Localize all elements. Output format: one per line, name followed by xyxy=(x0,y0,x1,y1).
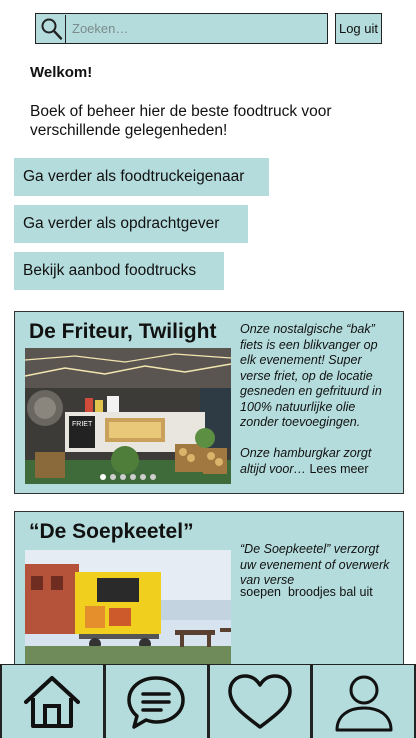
welcome-text: Boek of beheer hier de beste foodtruck v… xyxy=(30,103,332,139)
browse-foodtrucks-button[interactable]: Bekijk aanbod foodtrucks xyxy=(14,252,224,290)
foodtruck-image-friteur[interactable]: FRIET xyxy=(25,348,231,484)
foodtruck-card-friteur[interactable]: De Friteur, Twilight FRIET Onze nostalgi… xyxy=(14,311,404,494)
card-title: “De Soepkeetel” xyxy=(29,520,194,543)
top-bar: Log uit xyxy=(35,13,382,44)
carousel-dot[interactable] xyxy=(100,474,106,480)
nav-favorites-button[interactable] xyxy=(208,665,313,738)
card-title: De Friteur, Twilight xyxy=(29,320,217,343)
carousel-dot[interactable] xyxy=(140,474,146,480)
profile-icon xyxy=(335,675,393,731)
carousel-dot[interactable] xyxy=(120,474,126,480)
card-description: “De Soepkeetel” verzorgt uw evenement of… xyxy=(240,542,390,587)
search-input[interactable] xyxy=(66,14,327,43)
client-button[interactable]: Ga verder als opdrachtgever xyxy=(14,205,248,243)
card-extra: Onze hamburgkar zorgt altijd voor… Lees … xyxy=(240,446,392,477)
home-icon xyxy=(24,675,81,728)
owner-button[interactable]: Ga verder als foodtruckeigenaar xyxy=(14,158,269,196)
logout-button[interactable]: Log uit xyxy=(335,13,382,44)
card-description: Onze nostalgische “bak” fiets is een bli… xyxy=(240,322,382,429)
bottom-navigation xyxy=(0,664,416,738)
chat-icon xyxy=(127,675,185,729)
carousel-dots[interactable] xyxy=(25,474,231,480)
heart-icon xyxy=(228,673,292,729)
nav-profile-button[interactable] xyxy=(312,665,416,738)
welcome-title: Welkom! xyxy=(30,64,93,81)
carousel-dot[interactable] xyxy=(110,474,116,480)
card-extra: soepen broodjes bal uit xyxy=(240,585,373,599)
read-more-link[interactable]: Lees meer xyxy=(309,462,368,476)
foodtruck-image-soepkeetel[interactable] xyxy=(25,550,231,670)
carousel-dot[interactable] xyxy=(150,474,156,480)
nav-home-button[interactable] xyxy=(0,665,105,738)
carousel-dot[interactable] xyxy=(130,474,136,480)
foodtruck-card-soepkeetel[interactable]: “De Soepkeetel” “De Soepkeetel” verzorgt… xyxy=(14,511,404,671)
nav-chat-button[interactable] xyxy=(104,665,209,738)
search-bar[interactable] xyxy=(35,13,328,44)
search-icon[interactable] xyxy=(36,14,66,43)
svg-text:FRIET: FRIET xyxy=(72,421,93,428)
